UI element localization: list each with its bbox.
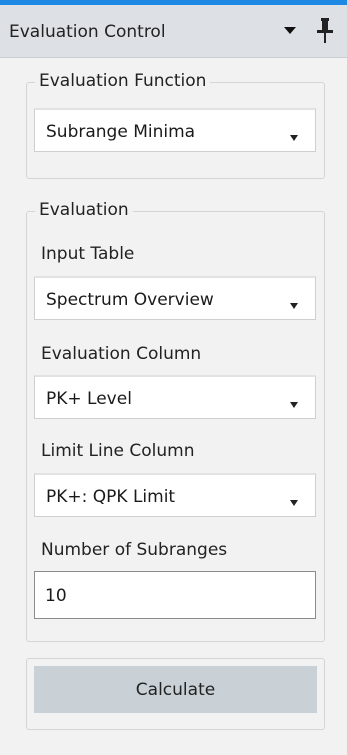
number-of-subranges-input[interactable]: 10 bbox=[34, 571, 316, 619]
input-table-select[interactable]: Spectrum Overview bbox=[34, 276, 316, 320]
calculate-button[interactable]: Calculate bbox=[34, 666, 317, 713]
limit-line-column-value: PK+: QPK Limit bbox=[46, 487, 176, 507]
panel-title: Evaluation Control bbox=[9, 22, 166, 42]
evaluation-function-value: Subrange Minima bbox=[46, 122, 196, 142]
limit-line-column-select[interactable]: PK+: QPK Limit bbox=[34, 473, 316, 517]
chevron-down-icon bbox=[289, 492, 299, 506]
evaluation-legend: Evaluation bbox=[35, 200, 133, 220]
chevron-down-icon bbox=[289, 394, 299, 408]
number-of-subranges-label: Number of Subranges bbox=[41, 540, 228, 560]
evaluation-column-select[interactable]: PK+ Level bbox=[34, 375, 316, 419]
limit-line-column-label: Limit Line Column bbox=[41, 441, 195, 461]
pin-icon[interactable] bbox=[314, 16, 336, 46]
evaluation-column-label: Evaluation Column bbox=[41, 344, 202, 364]
evaluation-function-select[interactable]: Subrange Minima bbox=[34, 108, 316, 152]
input-table-value: Spectrum Overview bbox=[46, 290, 214, 310]
evaluation-control-panel: Evaluation Control Evaluation Function S… bbox=[0, 0, 347, 755]
input-table-label: Input Table bbox=[41, 244, 135, 264]
triangle-down-icon[interactable] bbox=[281, 21, 299, 39]
panel-header: Evaluation Control bbox=[0, 5, 347, 58]
evaluation-column-value: PK+ Level bbox=[46, 389, 132, 409]
number-of-subranges-value: 10 bbox=[45, 586, 67, 606]
chevron-down-icon bbox=[289, 295, 299, 309]
chevron-down-icon bbox=[289, 127, 299, 141]
evaluation-function-legend: Evaluation Function bbox=[35, 71, 211, 91]
